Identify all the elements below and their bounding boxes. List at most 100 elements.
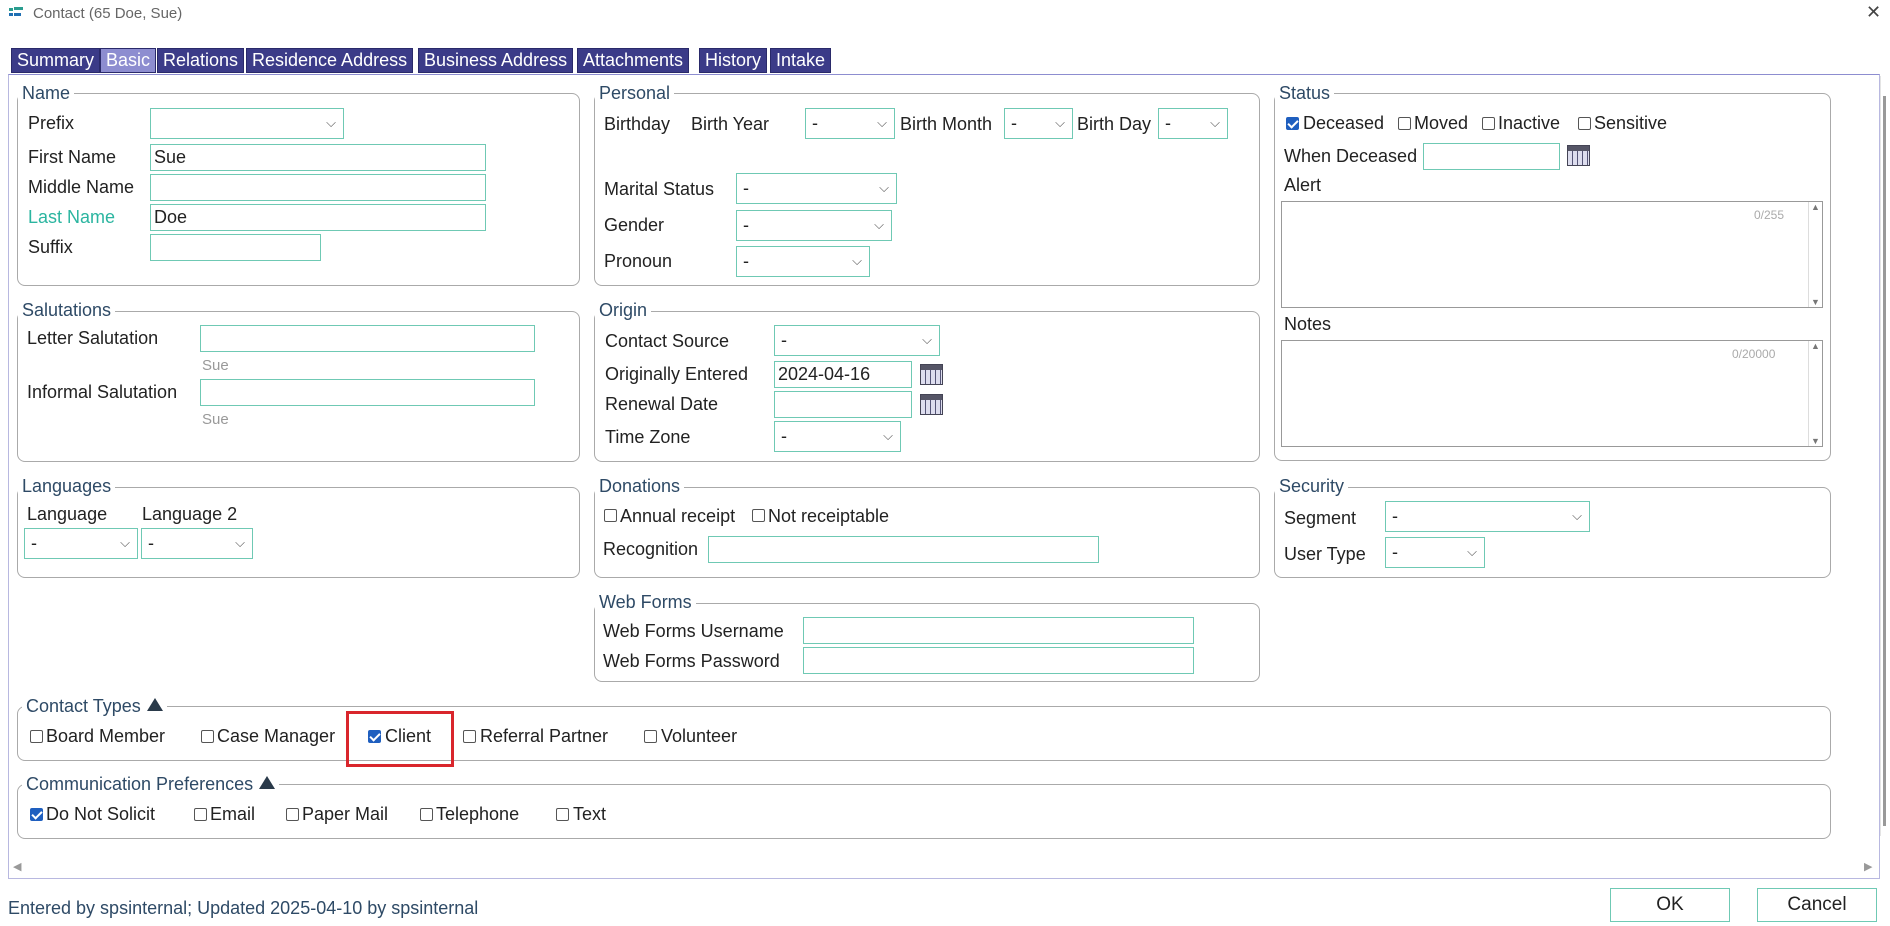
- when-deceased-label: When Deceased: [1284, 146, 1418, 166]
- user-type-label: User Type: [1284, 544, 1366, 564]
- notes-scrollbar[interactable]: ▲ ▼: [1808, 341, 1822, 446]
- tab-intake[interactable]: Intake: [770, 48, 832, 73]
- annual-receipt-checkbox[interactable]: [604, 509, 617, 522]
- collapse-triangle-icon[interactable]: [146, 698, 163, 711]
- recognition-field[interactable]: [708, 536, 1099, 563]
- not-receiptable-checkbox[interactable]: [752, 509, 765, 522]
- collapse-triangle-icon[interactable]: [259, 776, 276, 789]
- vertical-scrollbar[interactable]: [1880, 76, 1888, 836]
- middle-name-label: Middle Name: [28, 177, 135, 197]
- chevron-down-icon: ⌵: [326, 115, 336, 130]
- pronoun-select[interactable]: - ⌵: [736, 246, 870, 277]
- language-2-label: Language 2: [142, 504, 238, 524]
- time-zone-label: Time Zone: [605, 427, 691, 447]
- moved-checkbox[interactable]: [1398, 117, 1411, 130]
- board-member-label: Board Member: [46, 726, 166, 746]
- tab-basic[interactable]: Basic: [100, 48, 157, 73]
- informal-salutation-hint: Sue: [202, 411, 229, 428]
- tab-relations[interactable]: Relations: [157, 48, 245, 73]
- board-member-checkbox[interactable]: [30, 730, 43, 743]
- language-2-select[interactable]: - ⌵: [141, 528, 253, 559]
- origin-legend: Origin: [595, 300, 652, 321]
- segment-select[interactable]: - ⌵: [1385, 501, 1590, 532]
- telephone-checkbox[interactable]: [420, 808, 433, 821]
- inactive-checkbox[interactable]: [1482, 117, 1495, 130]
- alert-textarea[interactable]: 0/255 ▲ ▼: [1281, 201, 1823, 308]
- alert-label: Alert: [1284, 175, 1322, 195]
- tab-summary[interactable]: Summary: [11, 48, 101, 73]
- window-title: Contact (65 Doe, Sue): [33, 5, 183, 22]
- chevron-down-icon: ⌵: [1467, 544, 1477, 559]
- web-forms-password-field[interactable]: [803, 647, 1194, 674]
- horizontal-scrollbar[interactable]: ◀ ▶: [10, 860, 1878, 876]
- suffix-field[interactable]: [150, 234, 321, 261]
- tab-history[interactable]: History: [699, 48, 768, 73]
- birth-month-select[interactable]: - ⌵: [1004, 108, 1073, 139]
- sensitive-checkbox[interactable]: [1578, 117, 1591, 130]
- calendar-icon[interactable]: [920, 364, 943, 385]
- suffix-label: Suffix: [28, 237, 73, 257]
- letter-salutation-field[interactable]: [200, 325, 535, 352]
- alert-scrollbar[interactable]: ▲ ▼: [1808, 202, 1822, 307]
- web-forms-username-label: Web Forms Username: [603, 621, 784, 641]
- renewal-date-field[interactable]: [774, 391, 912, 418]
- telephone-label: Telephone: [436, 804, 520, 824]
- notes-textarea[interactable]: 0/20000 ▲ ▼: [1281, 340, 1823, 447]
- tab-attachments[interactable]: Attachments: [577, 48, 690, 73]
- marital-status-select[interactable]: - ⌵: [736, 173, 897, 204]
- case-manager-checkbox[interactable]: [201, 730, 214, 743]
- language-select[interactable]: - ⌵: [24, 528, 138, 559]
- last-name-field[interactable]: Doe: [150, 204, 486, 231]
- cancel-button[interactable]: Cancel: [1757, 888, 1877, 922]
- middle-name-field[interactable]: [150, 174, 486, 201]
- paper-mail-label: Paper Mail: [302, 804, 389, 824]
- tab-residence-address[interactable]: Residence Address: [246, 48, 414, 73]
- salutations-legend: Salutations: [18, 300, 116, 321]
- time-zone-select[interactable]: - ⌵: [774, 421, 901, 452]
- email-label: Email: [210, 804, 256, 824]
- email-checkbox[interactable]: [194, 808, 207, 821]
- originally-entered-label: Originally Entered: [605, 364, 749, 384]
- chevron-down-icon: ⌵: [852, 253, 862, 268]
- contact-source-select[interactable]: - ⌵: [774, 325, 940, 356]
- scroll-right-icon[interactable]: ▶: [1864, 860, 1872, 873]
- referral-partner-checkbox[interactable]: [463, 730, 476, 743]
- client-checkbox[interactable]: [368, 730, 381, 743]
- communication-preferences-legend[interactable]: Communication Preferences: [22, 774, 280, 795]
- when-deceased-field[interactable]: [1423, 143, 1560, 170]
- recognition-label: Recognition: [603, 539, 699, 559]
- prefix-select[interactable]: ⌵: [150, 108, 344, 139]
- birth-year-select[interactable]: - ⌵: [805, 108, 895, 139]
- paper-mail-checkbox[interactable]: [286, 808, 299, 821]
- renewal-date-label: Renewal Date: [605, 394, 719, 414]
- volunteer-checkbox[interactable]: [644, 730, 657, 743]
- contact-types-legend[interactable]: Contact Types: [22, 696, 167, 717]
- birth-day-select[interactable]: - ⌵: [1158, 108, 1228, 139]
- chevron-down-icon: ⌵: [120, 535, 130, 550]
- gender-select[interactable]: - ⌵: [736, 210, 892, 241]
- ok-button[interactable]: OK: [1610, 888, 1730, 922]
- close-icon[interactable]: ✕: [1866, 2, 1881, 23]
- originally-entered-field[interactable]: 2024-04-16: [774, 361, 912, 388]
- scroll-left-icon[interactable]: ◀: [13, 860, 21, 873]
- deceased-checkbox[interactable]: [1286, 117, 1299, 130]
- web-forms-username-field[interactable]: [803, 617, 1194, 644]
- scrollbar-thumb[interactable]: [1883, 96, 1886, 826]
- calendar-icon[interactable]: [1567, 145, 1590, 166]
- first-name-field[interactable]: Sue: [150, 144, 486, 171]
- tab-business-address[interactable]: Business Address: [418, 48, 574, 73]
- do-not-solicit-label: Do Not Solicit: [46, 804, 156, 824]
- text-checkbox[interactable]: [556, 808, 569, 821]
- alert-counter: 0/255: [1754, 208, 1785, 222]
- not-receiptable-label: Not receiptable: [768, 506, 890, 526]
- prefix-label: Prefix: [28, 113, 75, 133]
- donations-group: [594, 487, 1260, 578]
- user-type-select[interactable]: - ⌵: [1385, 537, 1485, 568]
- calendar-icon[interactable]: [920, 394, 943, 415]
- pronoun-label: Pronoun: [604, 251, 673, 271]
- chevron-down-icon: ⌵: [1210, 115, 1220, 130]
- donations-legend: Donations: [595, 476, 685, 497]
- informal-salutation-field[interactable]: [200, 379, 535, 406]
- volunteer-label: Volunteer: [661, 726, 738, 746]
- do-not-solicit-checkbox[interactable]: [30, 808, 43, 821]
